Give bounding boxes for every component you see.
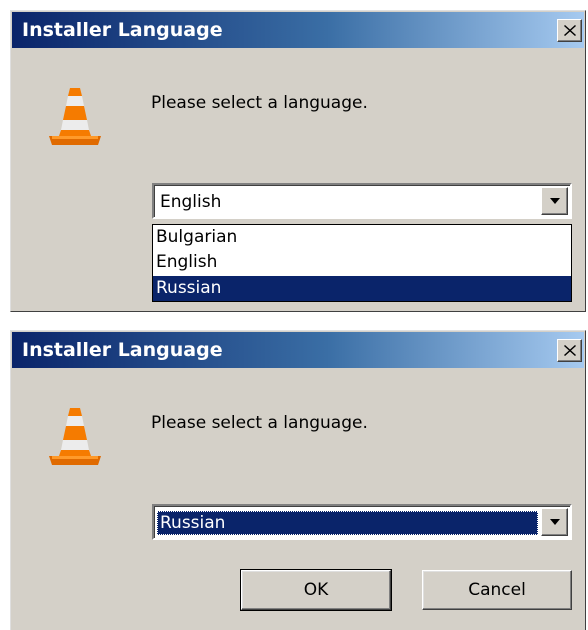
- installer-language-dialog-selected: Installer Language Please select a langu…: [10, 330, 586, 630]
- cancel-button[interactable]: Cancel: [422, 570, 572, 610]
- combo-value: English: [160, 192, 222, 212]
- chevron-down-icon: [549, 197, 560, 204]
- chevron-down-icon: [549, 518, 560, 525]
- dialog-title: Installer Language: [22, 19, 223, 41]
- vlc-cone-icon: [49, 88, 101, 145]
- vlc-cone-icon: [49, 408, 101, 465]
- title-bar[interactable]: Installer Language: [12, 332, 584, 368]
- prompt-text: Please select a language.: [151, 413, 368, 433]
- close-button[interactable]: [557, 19, 582, 42]
- language-combobox[interactable]: Russian: [152, 504, 572, 540]
- language-combobox[interactable]: English: [152, 183, 572, 219]
- dropdown-button[interactable]: [541, 508, 568, 536]
- list-item[interactable]: Bulgarian: [153, 225, 571, 250]
- list-item[interactable]: English: [153, 250, 571, 275]
- installer-language-dialog-dropdown-open: Installer Language Please select a langu…: [10, 10, 586, 312]
- dialog-title: Installer Language: [22, 339, 223, 361]
- close-icon: [563, 345, 576, 356]
- list-item-highlighted[interactable]: Russian: [153, 276, 571, 301]
- prompt-text: Please select a language.: [151, 93, 368, 113]
- close-icon: [563, 25, 576, 36]
- dropdown-button[interactable]: [541, 187, 568, 215]
- language-dropdown-list: Bulgarian English Russian: [152, 224, 572, 302]
- combo-value: Russian: [157, 511, 538, 535]
- ok-button[interactable]: OK: [240, 569, 392, 611]
- close-button[interactable]: [557, 339, 582, 362]
- title-bar[interactable]: Installer Language: [12, 12, 584, 48]
